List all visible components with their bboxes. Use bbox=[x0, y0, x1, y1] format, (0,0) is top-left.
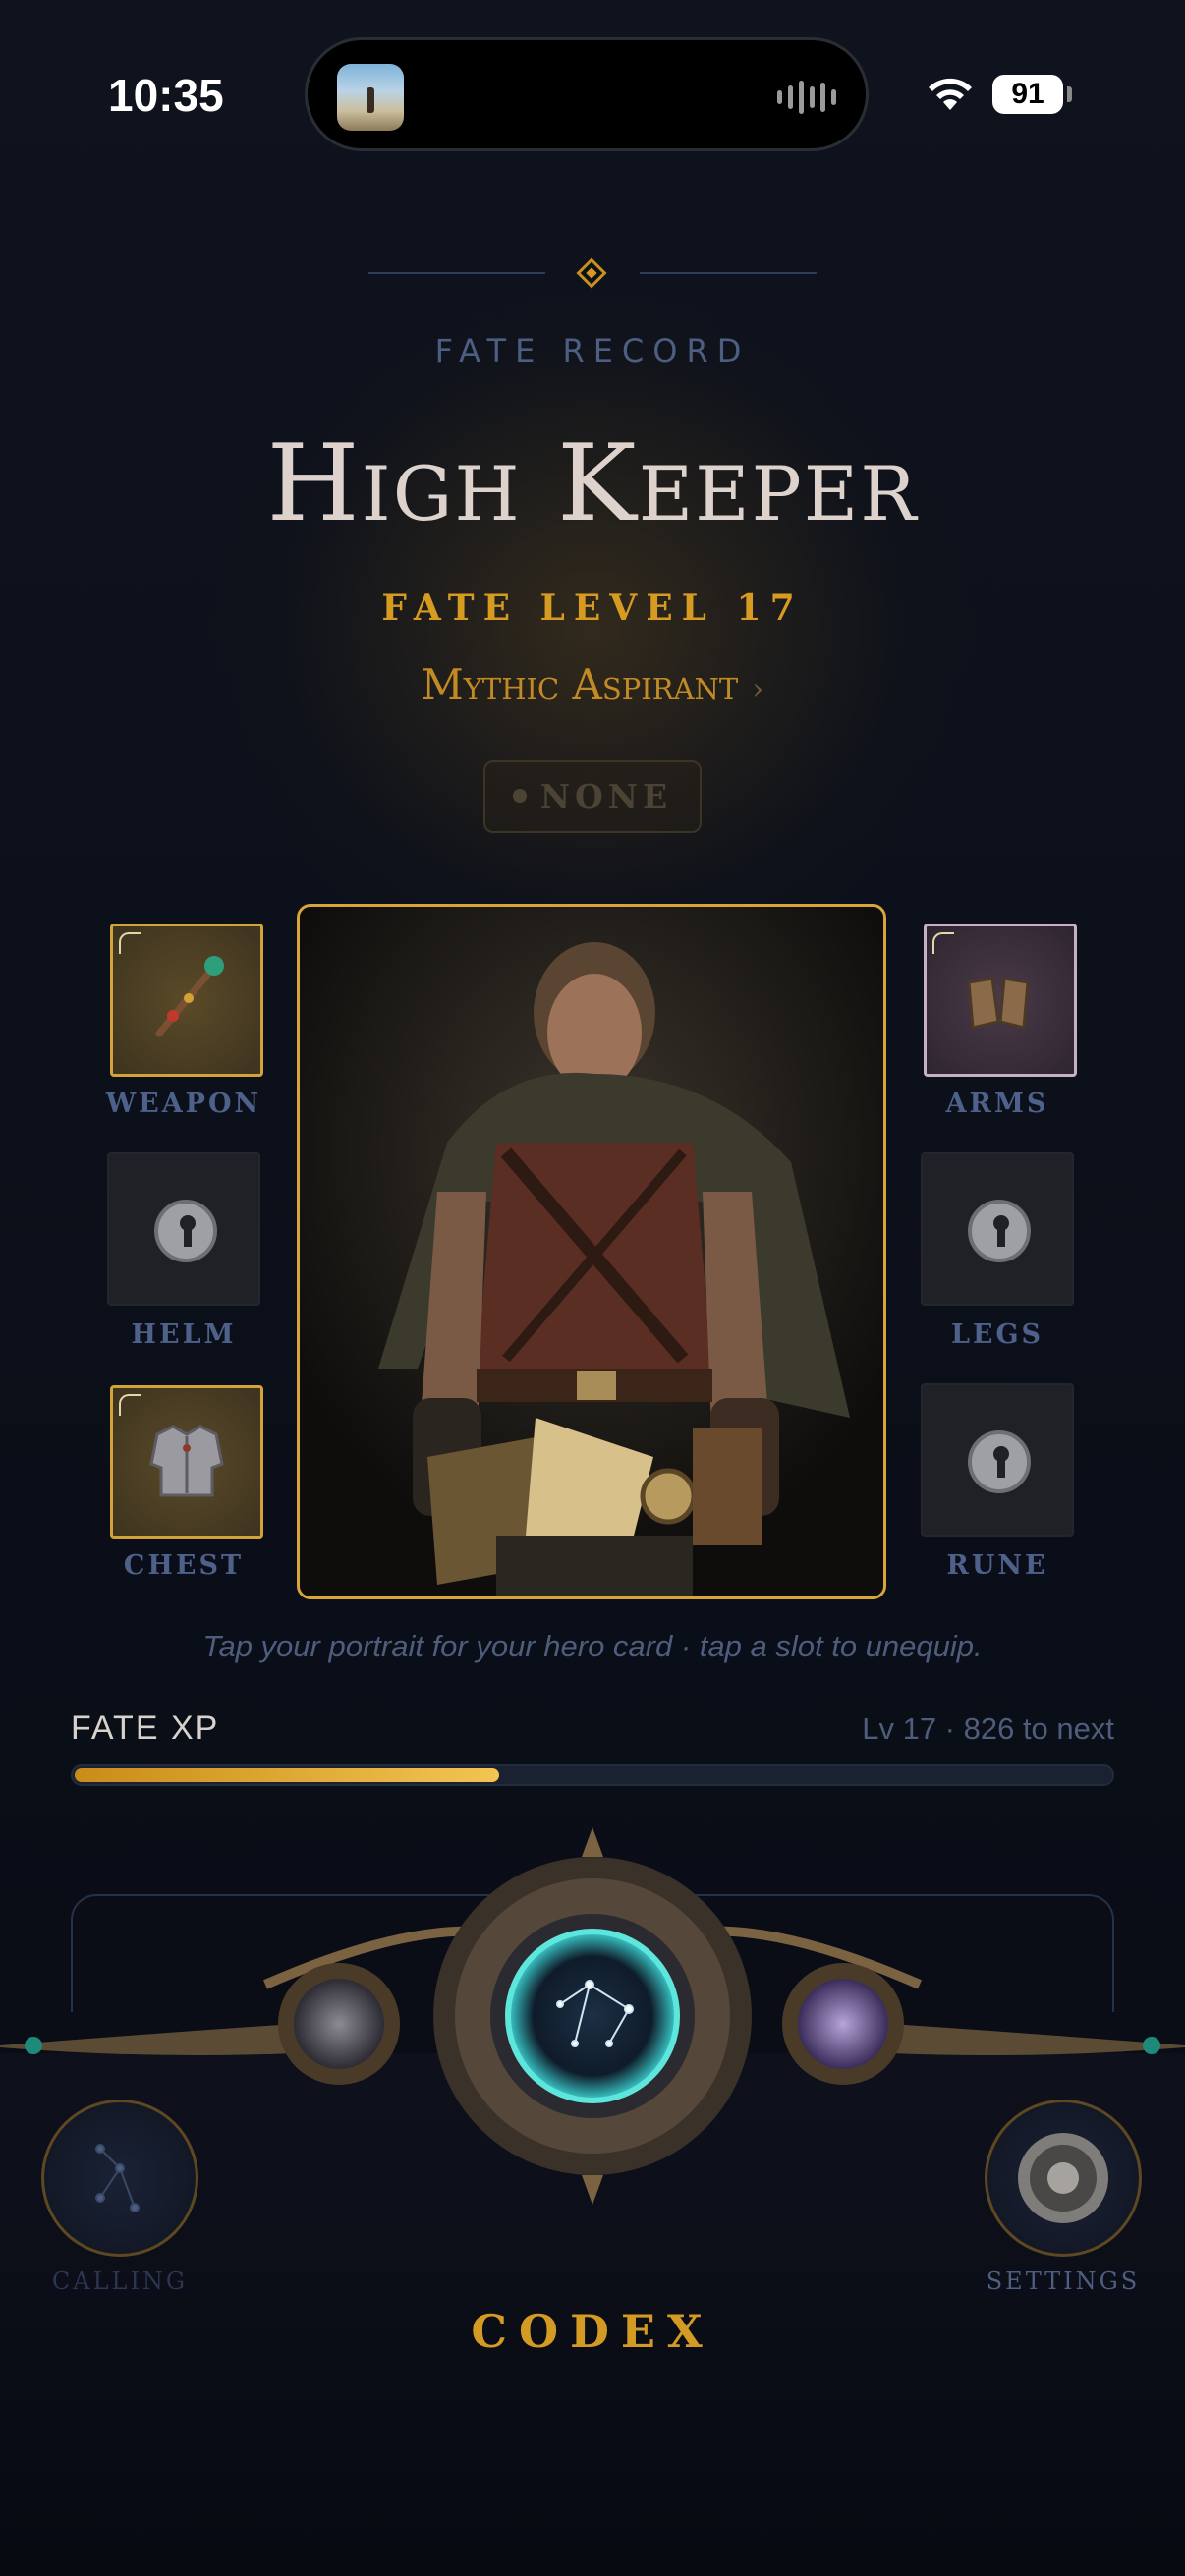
rank-link[interactable]: Mythic Aspirant › bbox=[0, 660, 1185, 708]
status-dot-icon bbox=[512, 789, 527, 803]
section-eyebrow: FATE RECORD bbox=[434, 332, 751, 369]
slot-legs[interactable] bbox=[921, 1152, 1074, 1306]
slot-arms-label: ARMS bbox=[945, 1089, 1049, 1119]
status-badge[interactable]: NONE bbox=[483, 760, 702, 833]
slot-arms[interactable] bbox=[924, 924, 1077, 1077]
status-time: 10:35 bbox=[108, 70, 224, 121]
nav-item-left[interactable] bbox=[278, 1963, 400, 2085]
slot-weapon-label: WEAPON bbox=[105, 1089, 262, 1119]
page-title: High Keeper bbox=[266, 422, 919, 545]
fate-level: FATE LEVEL 17 bbox=[381, 588, 804, 629]
xp-progress-bar bbox=[71, 1764, 1114, 1786]
constellation-icon bbox=[95, 2144, 140, 2212]
hero-figure bbox=[300, 907, 883, 1596]
status-badge-label: NONE bbox=[539, 777, 673, 815]
audio-waveform-icon bbox=[777, 78, 836, 117]
slot-rune[interactable] bbox=[921, 1383, 1074, 1537]
xp-label: FATE XP bbox=[71, 1709, 220, 1747]
keyhole-lock-icon bbox=[154, 1200, 217, 1262]
battery-tip bbox=[1067, 86, 1072, 102]
keyhole-lock-icon bbox=[968, 1430, 1031, 1493]
wifi-icon bbox=[929, 78, 972, 110]
hint-text: Tap your portrait for your hero card · t… bbox=[202, 1629, 983, 1663]
slot-chest-label: CHEST bbox=[123, 1550, 245, 1581]
slot-weapon[interactable] bbox=[110, 924, 263, 1077]
slot-helm[interactable] bbox=[107, 1152, 260, 1306]
slot-chest[interactable] bbox=[110, 1385, 263, 1539]
gear-icon bbox=[1018, 2133, 1108, 2223]
slot-rune-label: RUNE bbox=[946, 1550, 1048, 1581]
battery-indicator: 91 bbox=[992, 75, 1063, 114]
codex-label: CODEX bbox=[471, 2305, 714, 2358]
keyhole-lock-icon bbox=[968, 1200, 1031, 1262]
chest-armor-icon bbox=[149, 1425, 224, 1497]
settings-button[interactable] bbox=[985, 2100, 1142, 2257]
wand-icon bbox=[155, 956, 224, 1037]
chevron-right-icon: › bbox=[752, 672, 764, 706]
calling-label: CALLING bbox=[51, 2268, 189, 2295]
rank-label: Mythic Aspirant bbox=[421, 660, 739, 708]
now-playing-artwork[interactable] bbox=[337, 64, 404, 131]
calling-button[interactable] bbox=[41, 2100, 198, 2257]
slot-helm-label: HELM bbox=[131, 1319, 237, 1350]
settings-label: SETTINGS bbox=[986, 2268, 1141, 2295]
slot-legs-label: LEGS bbox=[950, 1319, 1044, 1350]
xp-meta: Lv 17 · 826 to next bbox=[862, 1711, 1114, 1746]
nav-item-right[interactable] bbox=[782, 1963, 904, 2085]
hero-portrait[interactable] bbox=[297, 904, 886, 1599]
ornament-line-right bbox=[640, 272, 817, 274]
ornament-line-left bbox=[368, 272, 545, 274]
xp-progress-fill bbox=[75, 1768, 499, 1782]
codex-button[interactable] bbox=[494, 1916, 691, 2112]
dynamic-island[interactable] bbox=[305, 37, 869, 151]
gauntlets-icon bbox=[967, 977, 1030, 1030]
